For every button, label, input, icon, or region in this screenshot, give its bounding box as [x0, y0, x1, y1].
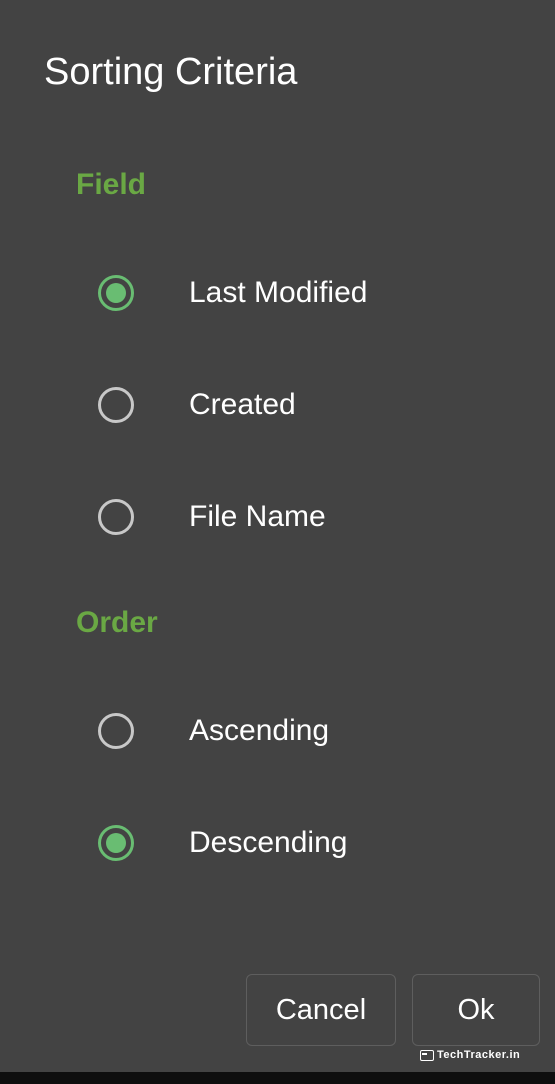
- option-label: Created: [189, 388, 296, 421]
- cancel-button[interactable]: Cancel: [246, 974, 396, 1046]
- option-label: Ascending: [189, 714, 330, 747]
- option-label: Last Modified: [189, 276, 368, 309]
- monitor-icon: [420, 1049, 434, 1061]
- field-option-created[interactable]: Created: [76, 363, 516, 447]
- field-section-heading: Field: [76, 168, 147, 201]
- watermark: TechTracker.in: [420, 1047, 520, 1063]
- radio-button[interactable]: [98, 499, 134, 535]
- field-option-file-name[interactable]: File Name: [76, 475, 516, 559]
- radio-button[interactable]: [98, 275, 134, 311]
- ok-button[interactable]: Ok: [412, 974, 540, 1046]
- radio-button[interactable]: [98, 825, 134, 861]
- order-option-descending[interactable]: Descending: [76, 801, 516, 885]
- radio-selected-dot: [106, 283, 126, 303]
- dialog-title: Sorting Criteria: [44, 51, 298, 93]
- watermark-text: TechTracker.in: [437, 1049, 521, 1061]
- order-option-ascending[interactable]: Ascending: [76, 689, 516, 773]
- sorting-criteria-dialog: Sorting Criteria Field Last Modified Cre…: [0, 0, 555, 1072]
- radio-selected-dot: [106, 833, 126, 853]
- order-section-heading: Order: [76, 606, 158, 639]
- option-label: Descending: [189, 826, 348, 859]
- field-option-last-modified[interactable]: Last Modified: [76, 251, 516, 335]
- radio-button[interactable]: [98, 387, 134, 423]
- radio-button[interactable]: [98, 713, 134, 749]
- option-label: File Name: [189, 500, 326, 533]
